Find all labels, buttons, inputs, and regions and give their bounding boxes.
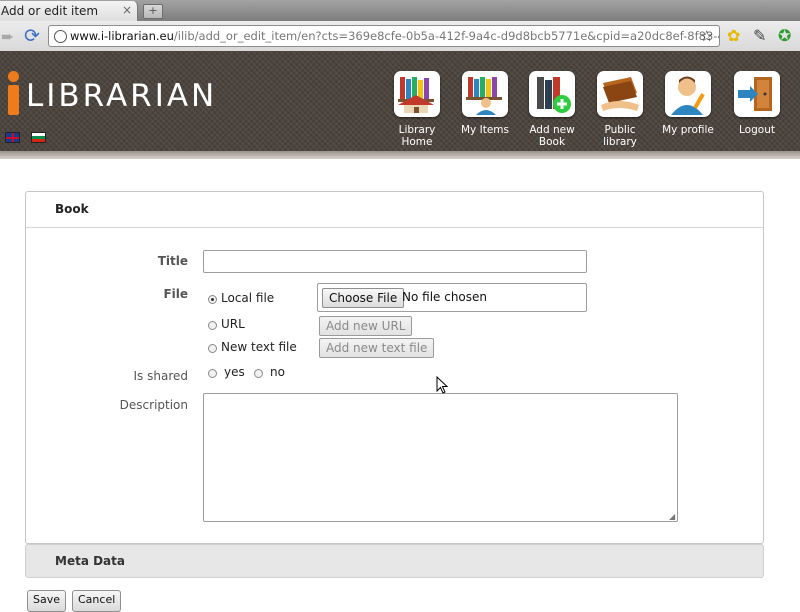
shared-no-radio[interactable] bbox=[254, 369, 263, 378]
nav-label-line1: Library bbox=[398, 124, 436, 136]
meta-data-panel[interactable]: Meta Data bbox=[25, 544, 764, 578]
is-shared-label: Is shared bbox=[133, 369, 189, 383]
browser-tab[interactable]: Add or edit item × bbox=[0, 1, 138, 21]
nav-my-items[interactable]: My Items bbox=[455, 71, 515, 136]
nav-public-library[interactable]: Public library bbox=[590, 71, 650, 148]
nav-library-home[interactable]: Library Home bbox=[387, 71, 447, 148]
nav-label-line2: Home bbox=[401, 136, 433, 148]
url-path: /ilib/add_or_edit_item/en?cts=369e8cfe-0… bbox=[173, 29, 720, 43]
mouse-cursor-icon bbox=[436, 376, 448, 394]
nav-label-line1: Public bbox=[604, 124, 636, 136]
nav-label-line1: Add new bbox=[529, 124, 575, 136]
nav-label-line2: Book bbox=[538, 136, 566, 148]
shared-yes-label: yes bbox=[224, 365, 245, 379]
title-label: Title bbox=[157, 254, 188, 268]
shared-yes-radio[interactable] bbox=[208, 369, 217, 378]
book-panel-header[interactable]: Book bbox=[26, 192, 763, 228]
browser-toolbar: ➨ ⟳ www.i-librarian.eu/ilib/add_or_edit_… bbox=[0, 21, 800, 52]
address-bar[interactable]: www.i-librarian.eu/ilib/add_or_edit_item… bbox=[48, 25, 720, 47]
reload-icon[interactable]: ⟳ bbox=[24, 25, 40, 47]
book-panel: Book Title File Local file Choose File N… bbox=[25, 191, 764, 544]
my-items-icon bbox=[462, 71, 508, 117]
new-tab-button[interactable]: + bbox=[143, 4, 163, 19]
tab-title: Add or edit item bbox=[1, 4, 99, 18]
english-flag-icon[interactable] bbox=[5, 132, 20, 143]
nav-logout[interactable]: Logout bbox=[727, 71, 787, 136]
nav-label-line1: My Items bbox=[461, 124, 509, 136]
cancel-button[interactable]: Cancel bbox=[72, 590, 122, 612]
local-file-radio[interactable] bbox=[208, 295, 217, 304]
url-text[interactable]: www.i-librarian.eu/ilib/add_or_edit_item… bbox=[70, 29, 720, 43]
add-new-text-file-button[interactable]: Add new text file bbox=[319, 338, 435, 358]
extension-tool-icon[interactable]: ✎ bbox=[753, 26, 766, 45]
shared-no-label: no bbox=[270, 365, 285, 379]
file-label: File bbox=[163, 287, 188, 301]
language-flags bbox=[5, 132, 57, 146]
nav-label-line2: library bbox=[603, 136, 637, 148]
bulgarian-flag-icon[interactable] bbox=[31, 132, 46, 143]
url-label: URL bbox=[221, 317, 245, 331]
extension-puzzle-icon[interactable]: ✿ bbox=[727, 26, 740, 45]
close-icon[interactable]: × bbox=[122, 3, 132, 17]
nav-label-line1: My profile bbox=[662, 124, 714, 136]
nav-label-line1: Logout bbox=[739, 124, 775, 136]
new-text-file-label: New text file bbox=[221, 340, 297, 354]
description-textarea[interactable] bbox=[203, 393, 678, 522]
url-host: www.i-librarian.eu bbox=[70, 29, 174, 43]
no-file-text: No file chosen bbox=[402, 290, 488, 304]
site-header: LIBRARIAN Library Home My Items Add new … bbox=[0, 51, 800, 151]
back-arrow-icon[interactable]: ➨ bbox=[1, 27, 14, 46]
extension-green-icon[interactable]: ✪ bbox=[778, 26, 791, 45]
site-logo-text: LIBRARIAN bbox=[26, 78, 218, 114]
file-picker[interactable]: Choose File No file chosen bbox=[317, 283, 587, 312]
page-info-icon[interactable] bbox=[54, 30, 67, 43]
my-profile-icon bbox=[665, 71, 711, 117]
bookmark-star-icon[interactable]: ☆ bbox=[700, 27, 713, 45]
logo-i-mark bbox=[8, 71, 19, 115]
save-button[interactable]: Save bbox=[27, 590, 67, 612]
resize-grip-icon[interactable]: ◢ bbox=[669, 512, 675, 521]
choose-file-button[interactable]: Choose File bbox=[322, 288, 405, 308]
public-library-icon bbox=[597, 71, 643, 117]
header-divider bbox=[0, 151, 800, 159]
book-section-title: Book bbox=[55, 202, 89, 216]
nav-add-new-book[interactable]: Add new Book bbox=[522, 71, 582, 148]
local-file-label: Local file bbox=[221, 291, 275, 305]
title-input[interactable] bbox=[203, 250, 587, 273]
library-home-icon bbox=[394, 71, 440, 117]
logout-icon bbox=[734, 71, 780, 117]
nav-my-profile[interactable]: My profile bbox=[658, 71, 718, 136]
meta-data-title: Meta Data bbox=[55, 554, 125, 568]
new-text-file-radio[interactable] bbox=[208, 344, 217, 353]
add-book-icon bbox=[529, 71, 575, 117]
add-new-url-button[interactable]: Add new URL bbox=[319, 316, 413, 336]
url-radio[interactable] bbox=[208, 321, 217, 330]
browser-tab-bar: Add or edit item × + bbox=[0, 0, 800, 21]
description-label: Description bbox=[119, 398, 188, 412]
